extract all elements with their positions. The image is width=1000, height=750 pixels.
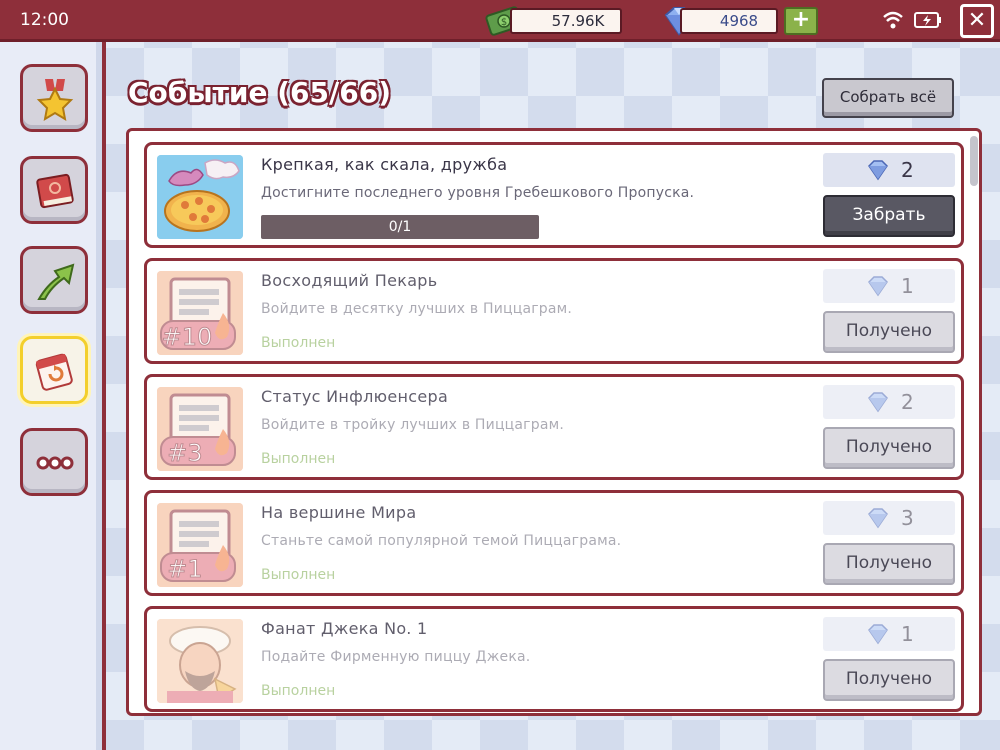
book-icon	[36, 173, 74, 209]
collect-all-button[interactable]: Собрать всё	[822, 78, 954, 118]
quest-title: Восходящий Пекарь	[261, 271, 438, 290]
quest-thumbnail: #10	[157, 271, 243, 355]
sidebar-item-achievements[interactable]	[20, 64, 88, 132]
sidebar-item-book[interactable]	[20, 156, 88, 224]
quest-title: Крепкая, как скала, дружба	[261, 155, 508, 174]
arrow-up-icon	[37, 263, 75, 300]
reward-amount: 1	[901, 622, 914, 646]
gem-icon	[868, 276, 888, 297]
gem-counter: 4968	[680, 8, 778, 34]
cash-counter: 57.96K	[510, 8, 622, 34]
pizza-icon	[157, 155, 243, 239]
quest-card: #10 Восходящий Пекарь Войдите в десятку …	[144, 258, 964, 364]
quest-title: Статус Инфлюенсера	[261, 387, 449, 406]
gem-icon	[868, 508, 888, 529]
quest-title: Фанат Джека No. 1	[261, 619, 428, 638]
quest-description: Войдите в десятку лучших в Пиццаграм.	[261, 301, 573, 317]
quest-status: Выполнен	[261, 683, 336, 699]
quest-description: Подайте Фирменную пиццу Джека.	[261, 649, 531, 665]
gem-icon	[868, 392, 888, 413]
progress-label: 0/1	[388, 219, 412, 235]
calendar-icon	[35, 353, 73, 391]
close-button[interactable]: ✕	[960, 4, 994, 38]
quest-status: Выполнен	[261, 451, 336, 467]
quest-thumbnail	[157, 619, 243, 703]
page-title: Событие (65/66)	[128, 76, 391, 109]
received-button[interactable]: Получено	[823, 543, 955, 585]
quest-description: Достигните последнего уровня Гребешковог…	[261, 185, 695, 201]
quest-title: На вершине Мира	[261, 503, 417, 522]
quest-thumbnail: #1	[157, 503, 243, 587]
rank-badge-text: #1	[167, 555, 202, 583]
quest-thumbnail: #3	[157, 387, 243, 471]
quest-status: Выполнен	[261, 567, 336, 583]
reward-amount: 1	[901, 274, 914, 298]
reward-badge: 1	[823, 269, 955, 303]
progress-bar: 0/1	[261, 215, 539, 239]
status-bar: 12:00 $ 57.96K 4968 + ✕	[0, 0, 1000, 42]
gem-icon	[868, 624, 888, 645]
more-icon	[36, 456, 74, 470]
reward-badge: 3	[823, 501, 955, 535]
received-button[interactable]: Получено	[823, 311, 955, 353]
rank-post-icon: #3	[157, 387, 243, 471]
rank-badge-text: #10	[162, 323, 213, 351]
clock: 12:00	[20, 10, 69, 30]
reward-amount: 2	[901, 158, 914, 182]
claim-button[interactable]: Забрать	[823, 195, 955, 237]
quest-card: #1 На вершине Мира Станьте самой популяр…	[144, 490, 964, 596]
battery-icon	[914, 12, 941, 28]
reward-badge: 1	[823, 617, 955, 651]
sidebar-item-more[interactable]	[20, 428, 88, 496]
quest-description: Станьте самой популярной темой Пиццаграм…	[261, 533, 622, 549]
rank-badge-text: #3	[167, 439, 202, 467]
svg-text:$: $	[501, 17, 507, 28]
gem-icon	[868, 160, 888, 181]
reward-amount: 3	[901, 506, 914, 530]
quest-card: Фанат Джека No. 1 Подайте Фирменную пицц…	[144, 606, 964, 712]
sidebar-item-events[interactable]	[20, 336, 88, 404]
quest-thumbnail	[157, 155, 243, 239]
scrollbar-thumb[interactable]	[970, 136, 978, 186]
rank-post-icon: #10	[157, 271, 243, 355]
add-gems-button[interactable]: +	[784, 7, 818, 35]
reward-badge: 2	[823, 385, 955, 419]
rank-post-icon: #1	[157, 503, 243, 587]
medal-icon	[36, 79, 74, 121]
reward-amount: 2	[901, 390, 914, 414]
quest-card: #3 Статус Инфлюенсера Войдите в тройку л…	[144, 374, 964, 480]
quest-card: Крепкая, как скала, дружба Достигните по…	[144, 142, 964, 248]
chef-jack-icon	[157, 619, 243, 703]
quest-status: Выполнен	[261, 335, 336, 351]
wifi-icon	[883, 11, 903, 29]
quest-description: Войдите в тройку лучших в Пиццаграм.	[261, 417, 565, 433]
sidebar	[0, 42, 106, 750]
received-button[interactable]: Получено	[823, 659, 955, 701]
sidebar-item-upgrades[interactable]	[20, 246, 88, 314]
received-button[interactable]: Получено	[823, 427, 955, 469]
reward-badge: 2	[823, 153, 955, 187]
